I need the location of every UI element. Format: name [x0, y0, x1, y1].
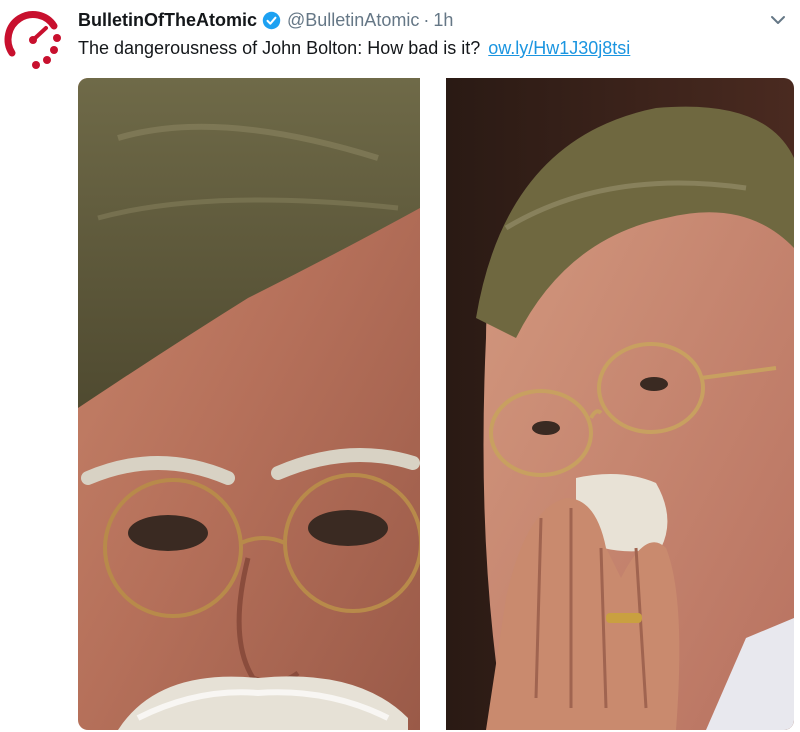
chevron-down-icon[interactable] [768, 10, 788, 30]
tweet-link[interactable]: ow.ly/Hw1J30j8tsi [488, 38, 630, 58]
tweet[interactable]: BulletinOfTheAtomic @BulletinAtomic · 1h… [0, 0, 800, 732]
tweet-media[interactable] [78, 78, 794, 730]
photo-right[interactable] [446, 78, 794, 730]
doomsday-clock-logo-icon [4, 11, 61, 69]
tweet-body: The dangerousness of John Bolton: How ba… [78, 38, 481, 58]
photo-left[interactable] [78, 78, 420, 730]
user-handle[interactable]: @BulletinAtomic [287, 10, 419, 31]
tweet-header: BulletinOfTheAtomic @BulletinAtomic · 1h [78, 8, 453, 32]
tweet-text: The dangerousness of John Bolton: How ba… [78, 38, 630, 59]
portrait-hands-image [446, 78, 794, 730]
timestamp[interactable]: 1h [433, 10, 453, 31]
meta-separator: · [423, 9, 430, 30]
display-name[interactable]: BulletinOfTheAtomic [78, 10, 257, 31]
profile-avatar[interactable] [2, 8, 64, 70]
verified-badge-icon [262, 11, 281, 30]
portrait-closeup-image [78, 78, 420, 730]
